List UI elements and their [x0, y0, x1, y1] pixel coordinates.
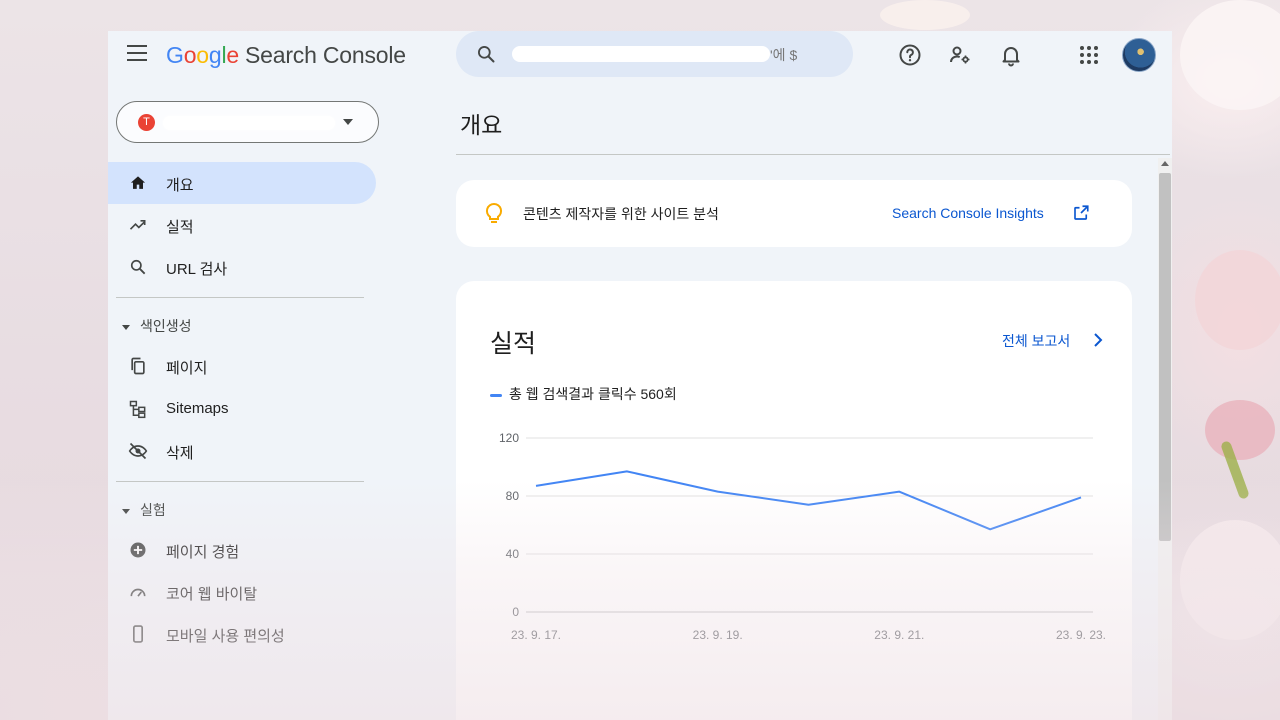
x-tick-label: 23. 9. 21. [874, 628, 924, 642]
collapse-arrow-icon [122, 508, 130, 514]
search-input[interactable]: '에 $ [456, 31, 853, 77]
performance-title: 실적 [490, 330, 537, 358]
chevron-right-icon[interactable] [1092, 332, 1104, 348]
home-icon [130, 176, 146, 189]
nav-label: 모바일 사용 편의성 [166, 628, 285, 645]
title-divider [456, 154, 1170, 155]
help-icon[interactable] [898, 43, 922, 67]
nav-label: 삭제 [166, 445, 194, 462]
nav-pages[interactable]: 페이지 [108, 345, 376, 387]
page-title: 개요 [460, 112, 503, 138]
sidebar-divider [116, 297, 364, 298]
apps-grid-icon[interactable] [1077, 43, 1101, 67]
product-name: Search Console [245, 42, 406, 68]
nav-sitemaps[interactable]: Sitemaps [108, 388, 376, 430]
trending-up-icon [129, 220, 146, 230]
scrollbar-thumb[interactable] [1159, 173, 1171, 541]
nav-url-inspection[interactable]: URL 검사 [108, 246, 376, 288]
account-avatar[interactable] [1122, 38, 1156, 72]
manage-users-icon[interactable] [948, 43, 972, 67]
lightbulb-icon [485, 202, 503, 223]
notifications-icon[interactable] [999, 43, 1023, 67]
insights-card: 콘텐츠 제작자를 위한 사이트 분석 Search Console Insigh… [456, 180, 1132, 247]
scroll-up-arrow-icon[interactable] [1161, 161, 1169, 166]
performance-card: 실적 전체 보고서 총 웹 검색결과 클릭수 560회 0 40 80 120 23. … [456, 281, 1132, 720]
nav-core-web-vitals[interactable]: 코어 웹 바이탈 [108, 571, 376, 613]
y-tick-label: 40 [506, 547, 520, 561]
nav-label: 코어 웹 바이탈 [166, 586, 258, 603]
property-selector[interactable]: T [116, 101, 379, 143]
nav-label: URL 검사 [166, 261, 228, 278]
nav-performance[interactable]: 실적 [108, 204, 376, 246]
insights-description: 콘텐츠 제작자를 위한 사이트 분석 [523, 206, 719, 222]
full-report-link[interactable]: 전체 보고서 [1002, 331, 1070, 351]
x-tick-label: 23. 9. 19. [693, 628, 743, 642]
y-tick-label: 0 [512, 605, 519, 619]
legend-label: 총 웹 검색결과 클릭수 560회 [509, 386, 677, 402]
search-icon [130, 259, 146, 275]
add-circle-icon [130, 542, 146, 558]
mobile-icon [133, 625, 143, 643]
x-tick-label: 23. 9. 17. [511, 628, 561, 642]
speed-icon [130, 588, 146, 597]
collapse-arrow-icon [122, 324, 130, 330]
main-menu-icon[interactable] [127, 45, 147, 61]
pages-icon [131, 357, 145, 375]
top-app-bar: Google Search Console '에 $ [108, 31, 1172, 79]
logo-letter: G [166, 42, 184, 68]
logo-letter: g [208, 42, 222, 68]
nav-removals[interactable]: 삭제 [108, 430, 376, 472]
search-console-logo[interactable]: Google Search Console [166, 42, 406, 69]
search-icon [478, 46, 495, 63]
sitemap-icon [129, 400, 146, 419]
vertical-scrollbar[interactable] [1158, 158, 1172, 720]
visibility-off-icon [128, 442, 148, 460]
nav-label: 실적 [166, 219, 194, 236]
section-experience[interactable]: 실험 [120, 500, 166, 520]
nav-label: 페이지 경험 [166, 544, 240, 561]
y-tick-label: 120 [499, 431, 519, 445]
nav-mobile-usability[interactable]: 모바일 사용 편의성 [108, 613, 376, 655]
nav-label: Sitemaps [166, 400, 229, 417]
insights-link[interactable]: Search Console Insights [892, 205, 1044, 221]
logo-letter: o [196, 42, 209, 68]
series-line[interactable] [535, 470, 1082, 531]
search-console-window: Google Search Console '에 $ T 개요 실적 URL 검사 [108, 31, 1172, 720]
property-name-redacted [163, 116, 335, 130]
logo-letter: o [183, 42, 197, 68]
x-tick-label: 23. 9. 23. [1056, 628, 1106, 642]
open-in-new-icon[interactable] [1072, 204, 1090, 222]
chart-legend[interactable]: 총 웹 검색결과 클릭수 560회 [490, 384, 677, 404]
clicks-line-chart: 0 40 80 120 23. 9. 17. 23. 9. 19. 23. 9. 21. 23… [499, 431, 1106, 642]
dropdown-arrow-icon [343, 119, 353, 125]
nav-label: 개요 [166, 177, 194, 194]
nav-overview[interactable]: 개요 [108, 162, 376, 204]
legend-swatch [490, 393, 502, 397]
y-tick-label: 80 [506, 489, 520, 503]
section-indexing[interactable]: 색인생성 [120, 316, 192, 336]
nav-label: 페이지 [166, 360, 208, 377]
property-favicon: T [138, 114, 155, 131]
sidebar-divider [116, 481, 364, 482]
section-label: 실험 [140, 502, 166, 518]
logo-letter: e [226, 42, 239, 68]
search-query-tail: '에 $ [770, 47, 798, 63]
nav-page-experience[interactable]: 페이지 경험 [108, 529, 376, 571]
search-query-redacted [512, 46, 770, 62]
section-label: 색인생성 [140, 318, 192, 334]
